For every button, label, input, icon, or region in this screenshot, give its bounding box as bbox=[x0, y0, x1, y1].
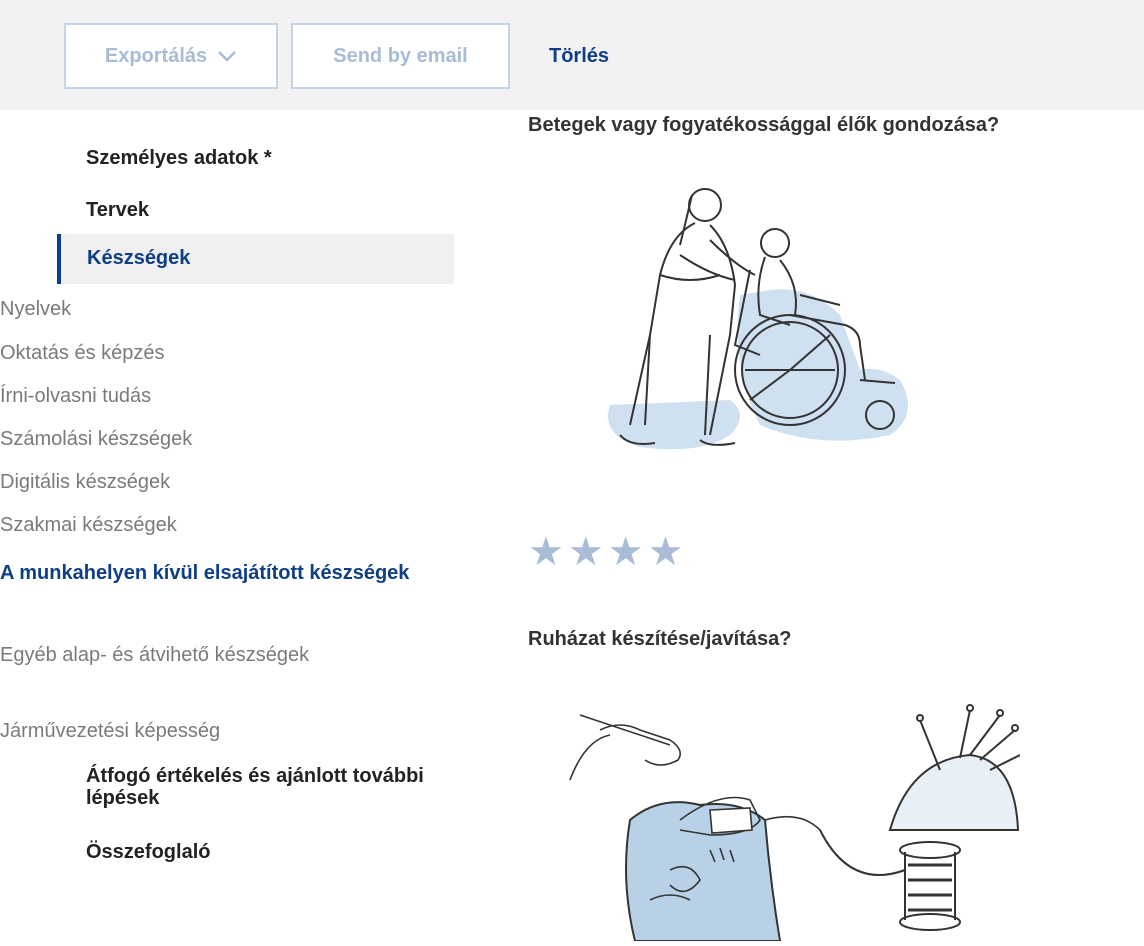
nav-sub-literacy[interactable]: Írni-olvasni tudás bbox=[0, 380, 151, 412]
nav-item-skills-label: Készségek bbox=[87, 247, 191, 269]
nav-item-skills[interactable]: Készségek bbox=[57, 234, 454, 284]
nav-sub-driving[interactable]: Járművezetési képesség bbox=[0, 715, 220, 747]
question-title-clothing: Ruházat készítése/javítása? bbox=[528, 628, 792, 650]
star-icon[interactable]: ★ bbox=[568, 530, 604, 574]
send-by-email-button[interactable]: Send by email bbox=[291, 23, 510, 89]
nav-item-personal-data[interactable]: Személyes adatok * bbox=[86, 147, 272, 170]
nav-sub-digital[interactable]: Digitális készségek bbox=[0, 466, 170, 498]
rating-stars[interactable]: ★ ★ ★ ★ bbox=[528, 530, 683, 574]
star-icon[interactable]: ★ bbox=[608, 530, 644, 574]
nav-sub-transferable-skills[interactable]: Egyéb alap- és átvihető készségek bbox=[0, 638, 340, 672]
export-button-label: Exportálás bbox=[104, 44, 208, 67]
delete-link[interactable]: Törlés bbox=[549, 45, 609, 68]
nav-item-overall-assessment[interactable]: Átfogó értékelés és ajánlott további lép… bbox=[86, 765, 446, 809]
wheelchair-care-illustration bbox=[560, 165, 940, 470]
nav-item-plans[interactable]: Tervek bbox=[86, 199, 149, 222]
question-title-care: Betegek vagy fogyatékossággal élők gondo… bbox=[528, 114, 1000, 136]
chevron-down-icon bbox=[217, 50, 237, 62]
nav-item-summary[interactable]: Összefoglaló bbox=[86, 841, 446, 863]
nav-sub-professional[interactable]: Szakmai készségek bbox=[0, 509, 177, 541]
nav-sub-education[interactable]: Oktatás és képzés bbox=[0, 337, 165, 369]
nav-sub-numeracy[interactable]: Számolási készségek bbox=[0, 423, 192, 455]
nav-sub-outside-work-skills[interactable]: A munkahelyen kívül elsajátított készség… bbox=[0, 556, 450, 590]
sewing-illustration bbox=[560, 700, 1021, 946]
toolbar: Exportálás Send by email Törlés bbox=[0, 0, 1144, 110]
nav-sub-languages[interactable]: Nyelvek bbox=[0, 293, 71, 325]
star-icon[interactable]: ★ bbox=[528, 530, 564, 574]
send-by-email-label: Send by email bbox=[333, 44, 468, 67]
star-icon[interactable]: ★ bbox=[648, 530, 684, 574]
export-button[interactable]: Exportálás bbox=[64, 23, 278, 89]
